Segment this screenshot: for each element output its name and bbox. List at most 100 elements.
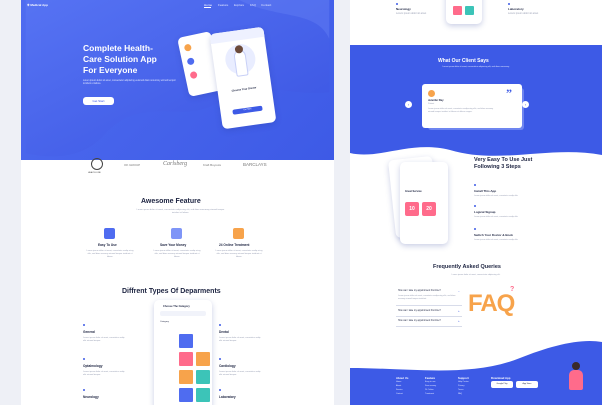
- person-illustration: [572, 362, 580, 370]
- faq-toggle-icon[interactable]: +: [458, 309, 460, 313]
- phone-stat-box-1: 10: [405, 202, 419, 216]
- avatar: [428, 90, 435, 97]
- feature-desc-1: Lorem ipsum dolor sit amet, consetetur s…: [86, 250, 134, 258]
- footer-link[interactable]: Save money: [425, 385, 436, 387]
- bullet-icon: [219, 324, 221, 326]
- step-label-2: Logical Signup: [474, 210, 496, 214]
- category-tile[interactable]: [453, 6, 462, 15]
- hero-subtitle: Lorem ipsum dolor sit amet, consectetur …: [83, 80, 176, 86]
- footer-link[interactable]: FAQ: [458, 393, 462, 395]
- footer-link[interactable]: Easy to use: [425, 381, 435, 383]
- google-play-button[interactable]: Google Play: [491, 381, 513, 388]
- departments-phone-bottom: [446, 0, 482, 24]
- phone-search-bar[interactable]: [160, 311, 206, 316]
- footer-col-title-1: About Us: [396, 376, 409, 380]
- category-tile[interactable]: [196, 388, 210, 402]
- brand-name-3: Carlsberg: [163, 161, 188, 167]
- dept-neurology: Neurology: [83, 395, 99, 399]
- easy-to-use-icon: [104, 228, 115, 239]
- brand-name-1: HEALTH LINE: [88, 172, 101, 174]
- feature-label-3: 24 Online Treatment: [219, 243, 250, 247]
- faq-question-2[interactable]: How can I take my appointment first time…: [398, 310, 441, 312]
- category-tile[interactable]: [179, 388, 193, 402]
- brand-logo-1: [91, 158, 103, 170]
- phone-get-start-button[interactable]: Get Start: [232, 105, 263, 115]
- brand-name-4: Kraft Buyouts: [203, 163, 222, 167]
- step-desc-3: Lorem ipsum dolor sit amet, consetetur s…: [474, 239, 519, 241]
- dept-optalmology: Optalmology: [83, 364, 103, 368]
- faq-question-3[interactable]: How can I take my appointment first time…: [398, 320, 441, 322]
- faq-question-1[interactable]: How can I take my appointment first time…: [398, 290, 441, 292]
- landing-page-left: ✚ Medical App Home Feature Explore FAQ C…: [21, 0, 334, 405]
- steps-title-line1: Very Easy To Use Just: [474, 157, 533, 163]
- faq-toggle-icon[interactable]: +: [458, 319, 460, 323]
- bullet-icon: [83, 358, 85, 360]
- category-tile[interactable]: [196, 370, 210, 384]
- dept-laboratory-top: Laboratory: [508, 7, 524, 11]
- dept-dental: Dental: [219, 330, 229, 334]
- feature-desc-3: Lorem ipsum dolor sit amet, consetetur s…: [215, 250, 263, 258]
- brand-name-2: OK GROUP: [124, 163, 141, 167]
- step-bullet-icon: [474, 205, 476, 207]
- faq-divider: [396, 316, 462, 317]
- footer-link[interactable]: Service: [396, 389, 403, 391]
- faq-title: Frequently Asked Queries: [433, 264, 501, 270]
- testimonial-card: Jennifer Ray Patient Lorem ipsum dolor s…: [422, 84, 522, 128]
- feature-label-1: Easy To Use: [98, 243, 117, 247]
- bullet-icon: [83, 324, 85, 326]
- phone-stat-box-2: 20: [422, 202, 436, 216]
- category-tile[interactable]: [179, 334, 193, 348]
- phone-great-service: Great Service: [405, 190, 422, 193]
- app-store-button[interactable]: App Store: [516, 381, 538, 388]
- dept-neurology-top-desc: Lorem ipsum dolor sit amet: [396, 12, 427, 15]
- footer-link[interactable]: Terms: [458, 389, 463, 391]
- category-tile[interactable]: [179, 352, 193, 366]
- quote-icon: ”: [506, 86, 512, 100]
- dept-general-desc: Lorem ipsum dolor sit amet, consetetur s…: [83, 337, 125, 342]
- features-title: Awesome Feature: [141, 198, 201, 205]
- faq-toggle-icon[interactable]: −: [458, 289, 460, 293]
- next-arrow-button[interactable]: ›: [522, 101, 529, 108]
- faq-illustration-text: FAQ: [468, 290, 515, 317]
- footer-link[interactable]: Help Center: [458, 381, 469, 383]
- category-tile[interactable]: [179, 370, 193, 384]
- online-treatment-icon: [233, 228, 244, 239]
- dept-cardiology: Cardiology: [219, 364, 236, 368]
- bullet-icon: [83, 389, 85, 391]
- feature-label-2: Save Your Money: [160, 243, 187, 247]
- dept-general: General: [83, 330, 95, 334]
- person-illustration-body: [569, 370, 583, 390]
- footer-link[interactable]: 24 Online: [425, 389, 434, 391]
- client-name: Jennifer Ray: [428, 99, 444, 102]
- bullet-icon: [396, 3, 398, 5]
- footer-background: [350, 340, 602, 405]
- hero-get-start-button[interactable]: Get Start: [83, 97, 114, 105]
- hero-title-line2: Care Solution App: [83, 54, 157, 64]
- prev-arrow-button[interactable]: ‹: [405, 101, 412, 108]
- footer-col-title-3: Support: [458, 376, 469, 380]
- footer-link[interactable]: Contact: [396, 393, 403, 395]
- faq-subtitle: Lorem ipsum dolor sit amet, consectetur …: [451, 274, 501, 276]
- category-tile[interactable]: [196, 352, 210, 366]
- footer-link[interactable]: Privacy: [458, 385, 465, 387]
- app-logo[interactable]: ✚ Medical App: [27, 3, 48, 7]
- client-quote: Lorem ipsum dolor sit amet, consetetur s…: [428, 108, 494, 113]
- nav-faq[interactable]: FAQ: [250, 3, 256, 7]
- nav-explore[interactable]: Explore: [234, 3, 244, 7]
- phone-choose-doctor: Choose Your Doctor: [231, 86, 257, 93]
- departments-phone: Choose The Category Category: [154, 300, 212, 405]
- faq-divider: [396, 326, 462, 327]
- footer-link[interactable]: Home: [396, 381, 401, 383]
- footer-link[interactable]: About: [396, 385, 401, 387]
- category-tile[interactable]: [465, 6, 474, 15]
- landing-page-right: Neurology Lorem ipsum dolor sit amet Lab…: [350, 0, 602, 405]
- nav-contact[interactable]: Contact: [261, 3, 271, 7]
- logo-text: Medical App: [30, 3, 48, 7]
- dept-laboratory: Laboratory: [219, 395, 236, 399]
- nav-feature[interactable]: Feature: [218, 3, 228, 7]
- nav-active-underline: [204, 7, 211, 8]
- bullet-icon: [508, 3, 510, 5]
- save-money-icon: [171, 228, 182, 239]
- dept-cardiology-desc: Lorem ipsum dolor sit amet, consetetur s…: [219, 371, 261, 376]
- footer-link[interactable]: Treatment: [425, 393, 434, 395]
